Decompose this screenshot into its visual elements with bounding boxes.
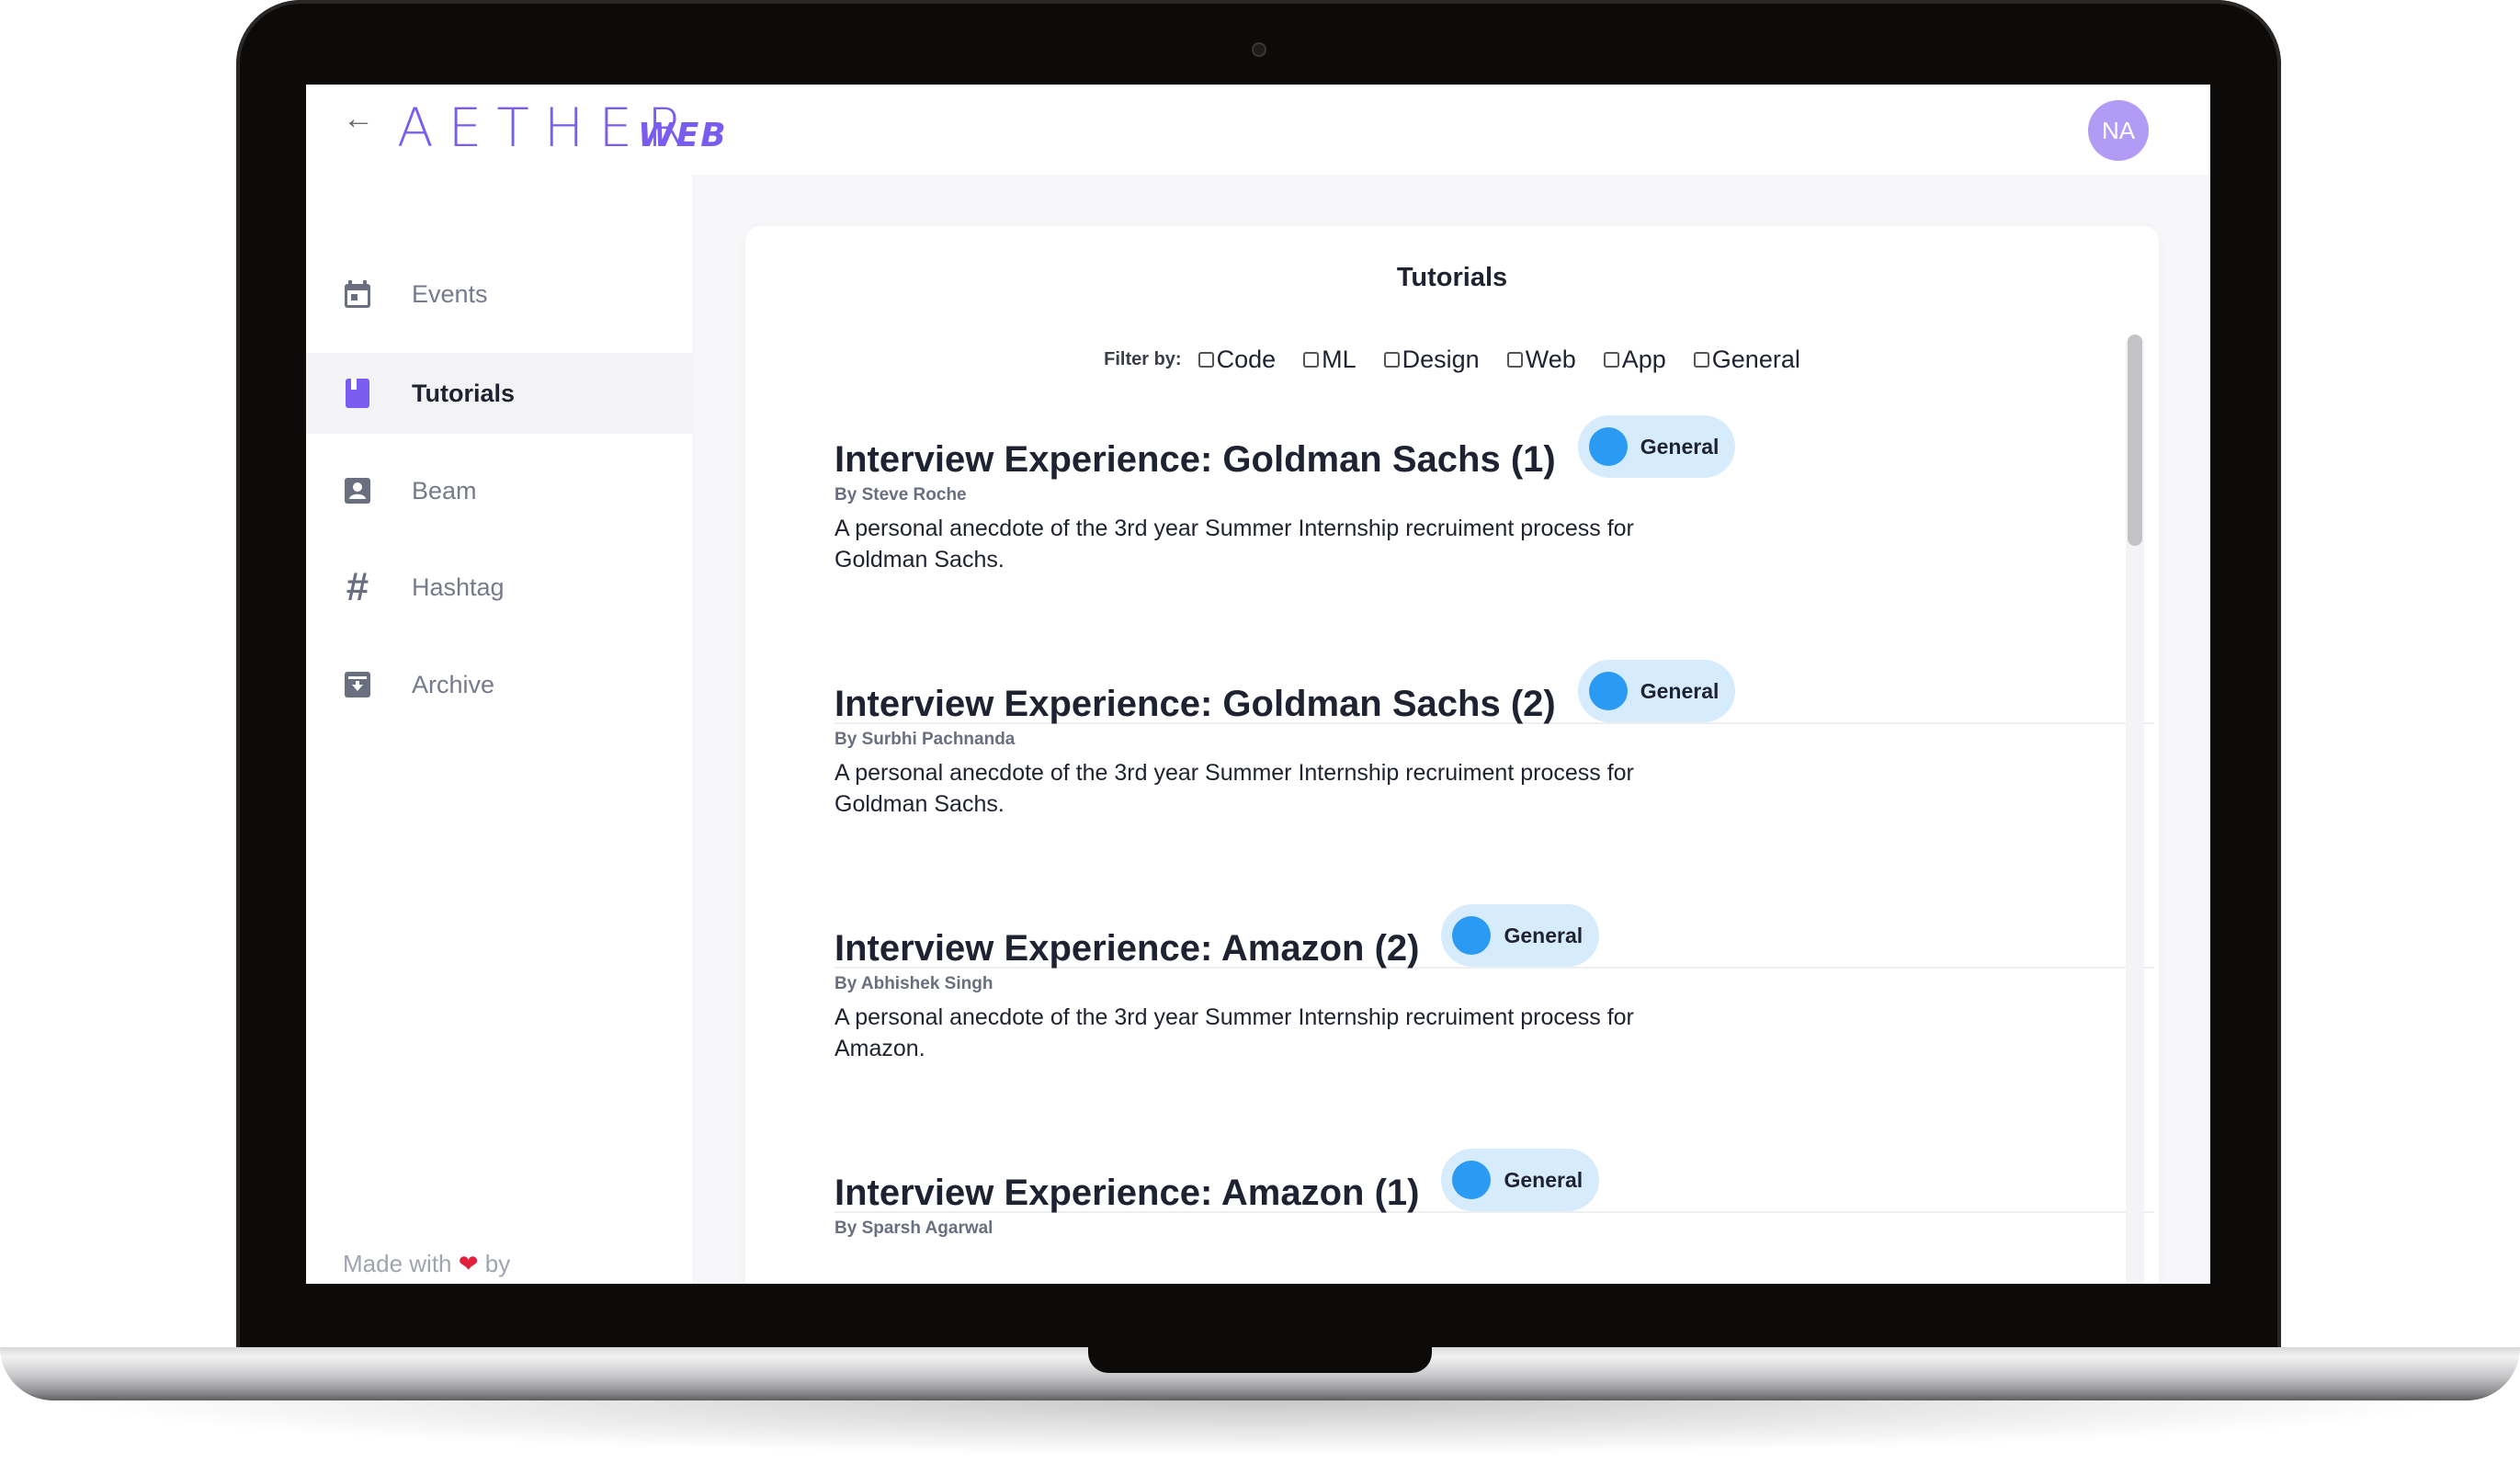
laptop-shadow xyxy=(55,1400,2465,1456)
filter-label: Filter by: xyxy=(1104,349,1182,369)
sidebar: Events Tutorials Beam # Hashtag Archive … xyxy=(306,175,692,1284)
checkbox[interactable] xyxy=(1303,352,1320,368)
tag-label: General xyxy=(1640,434,1720,459)
tutorial-title[interactable]: Interview Experience: Goldman Sachs (2) xyxy=(834,684,1556,725)
app-header: ← AETHER WEB NA xyxy=(306,85,2210,175)
filter-option-label: Web xyxy=(1525,346,1576,373)
category-tag[interactable]: General xyxy=(1577,415,1736,478)
checkbox[interactable] xyxy=(1383,352,1400,368)
tutorial-description: A personal anecdote of the 3rd year Summ… xyxy=(834,1004,1634,1061)
tutorial-title[interactable]: Interview Experience: Goldman Sachs (1) xyxy=(834,439,1556,481)
filter-code[interactable]: Code xyxy=(1198,346,1277,374)
checkbox[interactable] xyxy=(1603,352,1619,368)
tag-dot-icon xyxy=(1452,916,1492,955)
filter-design[interactable]: Design xyxy=(1383,346,1480,374)
tutorials-card: Tutorials Filter by: Code ML Design Web … xyxy=(745,226,2159,1284)
sidebar-item-tutorials[interactable]: Tutorials xyxy=(306,353,692,434)
tutorial-title[interactable]: Interview Experience: Amazon (1) xyxy=(834,1173,1419,1214)
filter-option-label: Code xyxy=(1216,346,1277,373)
tutorial-description: A personal anecdote of the 3rd year Summ… xyxy=(834,760,1634,817)
scrollbar-thumb[interactable] xyxy=(2128,334,2142,546)
filter-app[interactable]: App xyxy=(1603,346,1666,374)
tutorial-item[interactable]: Interview Experience: Goldman Sachs (2) G… xyxy=(834,660,2154,820)
filter-option-label: Design xyxy=(1402,346,1480,373)
filter-ml[interactable]: ML xyxy=(1303,346,1356,374)
contact-card-icon xyxy=(341,474,374,507)
category-tag[interactable]: General xyxy=(1441,1149,1600,1211)
page-title: Tutorials xyxy=(1396,263,1508,292)
app-screen: ← AETHER WEB NA Events Tutorials Beam # … xyxy=(306,85,2210,1284)
tag-dot-icon xyxy=(1588,427,1628,466)
checkbox[interactable] xyxy=(1506,352,1523,368)
sidebar-item-label: Beam xyxy=(412,476,477,505)
avatar[interactable]: NA xyxy=(2088,100,2149,161)
scrollbar[interactable] xyxy=(2126,334,2144,1284)
calendar-icon xyxy=(341,278,374,311)
sidebar-item-hashtag[interactable]: # Hashtag xyxy=(306,547,692,628)
filter-bar: Filter by: Code ML Design Web App Genera… xyxy=(745,346,2159,374)
hashtag-icon: # xyxy=(346,564,369,609)
tag-label: General xyxy=(1504,923,1584,947)
filter-general[interactable]: General xyxy=(1693,346,1800,374)
tutorial-title[interactable]: Interview Experience: Amazon (2) xyxy=(834,928,1419,969)
tutorial-item[interactable]: Interview Experience: Goldman Sachs (1) G… xyxy=(834,415,2154,575)
checkbox[interactable] xyxy=(1198,352,1214,368)
tag-dot-icon xyxy=(1588,672,1628,710)
filter-option-label: ML xyxy=(1322,346,1356,373)
footer-by: by xyxy=(484,1250,511,1277)
sidebar-item-label: Events xyxy=(412,279,488,308)
sidebar-item-label: Hashtag xyxy=(412,573,505,601)
laptop-notch xyxy=(1088,1347,1432,1373)
tutorial-description: A personal anecdote of the 3rd year Summ… xyxy=(834,516,1634,573)
footer-credit: Made with ❤ by xyxy=(343,1250,510,1278)
book-icon xyxy=(341,377,374,410)
checkbox[interactable] xyxy=(1693,352,1709,368)
filter-option-label: General xyxy=(1711,346,1800,373)
camera-icon xyxy=(1252,42,1266,57)
category-tag[interactable]: General xyxy=(1441,904,1600,967)
sidebar-item-events[interactable]: Events xyxy=(306,254,692,334)
tag-label: General xyxy=(1640,678,1720,703)
tutorial-item[interactable]: Interview Experience: Amazon (2) General … xyxy=(834,904,2154,1064)
category-tag[interactable]: General xyxy=(1577,660,1736,722)
sidebar-item-label: Tutorials xyxy=(412,379,516,407)
sidebar-item-archive[interactable]: Archive xyxy=(306,644,692,725)
filter-option-label: App xyxy=(1621,346,1666,373)
sidebar-item-label: Archive xyxy=(412,670,495,698)
tutorial-item[interactable]: Interview Experience: Amazon (1) General … xyxy=(834,1149,2154,1239)
archive-icon xyxy=(341,668,374,701)
tag-dot-icon xyxy=(1452,1161,1492,1199)
tag-label: General xyxy=(1504,1167,1584,1192)
arrow-left-icon[interactable]: ← xyxy=(343,103,374,134)
heart-icon: ❤ xyxy=(458,1250,479,1277)
sidebar-item-beam[interactable]: Beam xyxy=(306,450,692,531)
filter-web[interactable]: Web xyxy=(1506,346,1576,374)
footer-made-with: Made with xyxy=(343,1250,452,1277)
brand-logo-sub: WEB xyxy=(638,117,728,154)
